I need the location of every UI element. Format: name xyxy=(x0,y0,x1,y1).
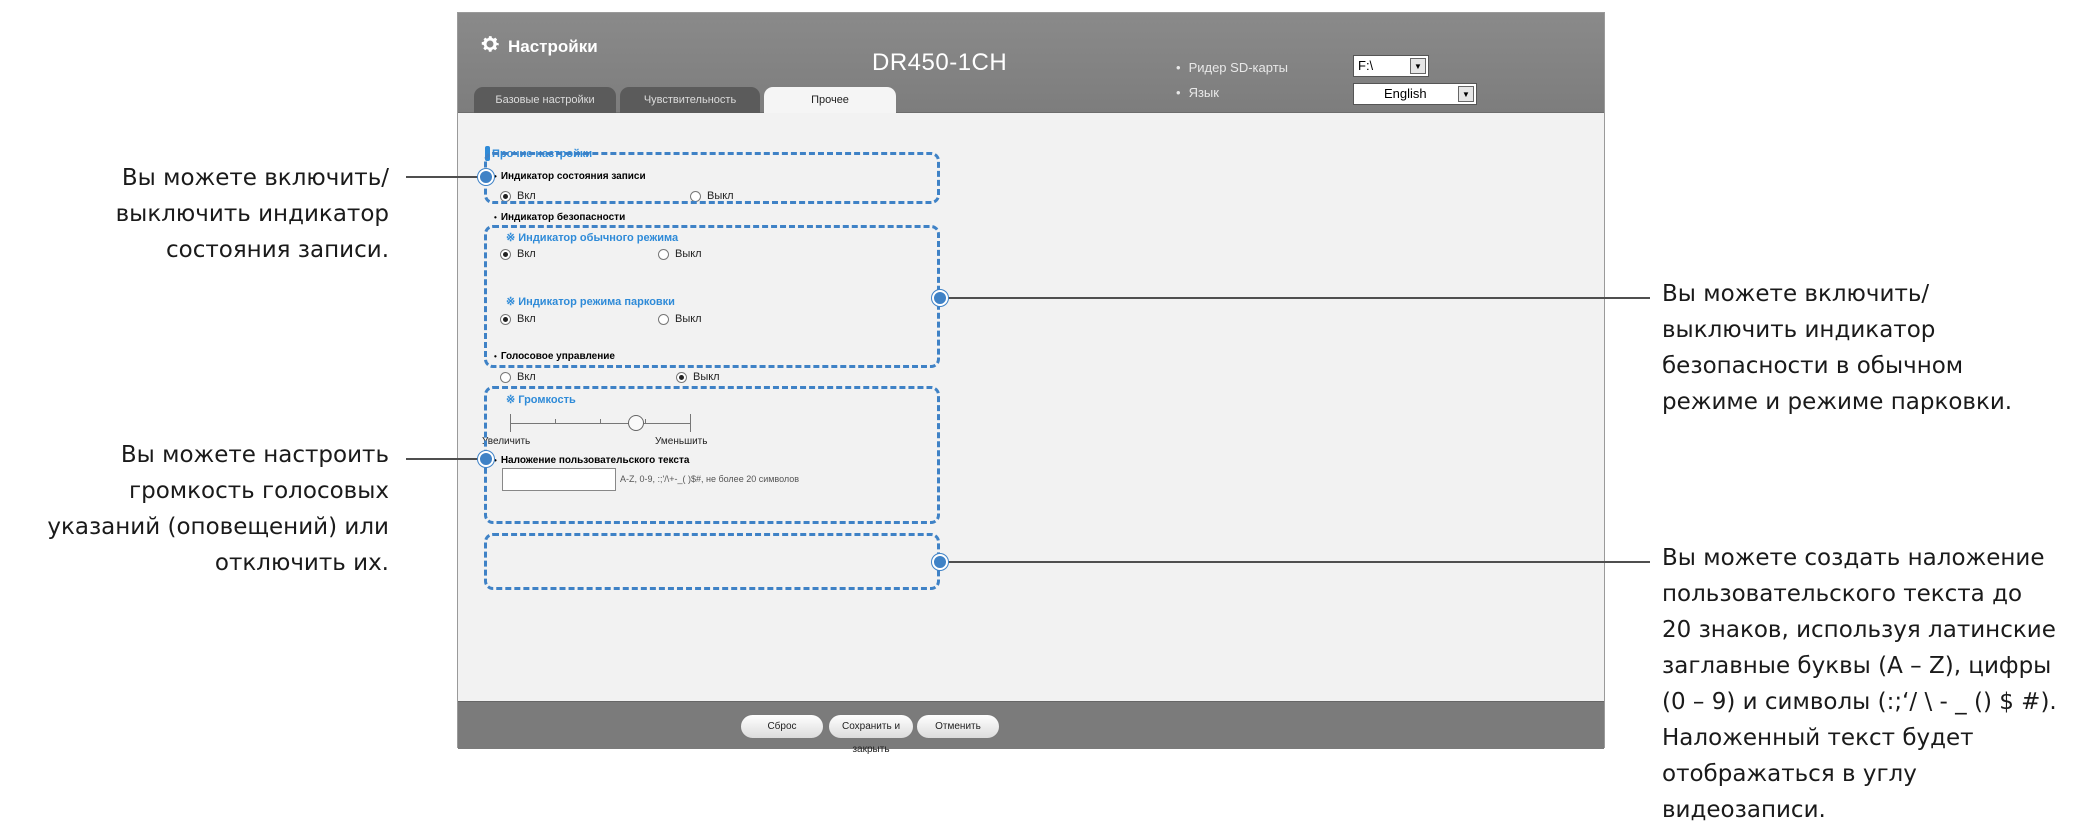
callout-security-indicator: Вы можете включить/ выключить индикатор … xyxy=(1662,281,2013,415)
highlight-security-indicator xyxy=(484,225,940,368)
settings-window: Настройки DR450-1CH Ридер SD-карты F:\ ▼… xyxy=(457,12,1605,755)
language-label: Язык xyxy=(1176,85,1219,100)
callout-user-text: Вы можете создать наложение пользователь… xyxy=(1662,545,2057,823)
language-select[interactable]: English ▼ xyxy=(1353,83,1477,105)
sd-reader-label: Ридер SD-карты xyxy=(1176,60,1288,75)
tab-sensitivity[interactable]: Чувствительность xyxy=(620,87,760,113)
tab-other[interactable]: Прочее xyxy=(764,87,896,114)
callout-record-indicator: Вы можете включить/ выключить индикатор … xyxy=(115,165,389,263)
save-and-close-button[interactable]: Сохранить и закрыть xyxy=(828,714,914,755)
highlight-voice-control xyxy=(484,386,940,524)
connector-dot-record xyxy=(478,169,494,185)
callout-voice-volume: Вы можете настроить громкость голосовых … xyxy=(47,442,389,576)
connector-dot-voice xyxy=(478,451,494,467)
reset-button[interactable]: Сброс xyxy=(740,714,824,739)
voice-control-on-radio[interactable]: Вкл xyxy=(500,371,536,383)
highlight-user-text xyxy=(484,533,940,590)
gear-icon xyxy=(481,36,499,52)
connector-dot-user-text xyxy=(932,554,948,570)
chevron-down-icon: ▼ xyxy=(1410,58,1426,74)
connector-dot-security xyxy=(932,290,948,306)
connector-line-record xyxy=(406,176,486,178)
connector-line-user-text xyxy=(940,561,1650,563)
app-title: Настройки xyxy=(508,37,598,56)
cancel-button[interactable]: Отменить xyxy=(916,714,1000,739)
footer-bar: Сброс Сохранить и закрыть Отменить xyxy=(458,701,1604,755)
device-title: DR450-1CH xyxy=(872,49,1008,76)
connector-line-voice xyxy=(406,458,486,460)
chevron-down-icon: ▼ xyxy=(1458,86,1474,102)
security-indicator-label: Индикатор безопасности xyxy=(494,212,625,223)
header-bar: Настройки DR450-1CH Ридер SD-карты F:\ ▼… xyxy=(458,13,1604,114)
highlight-record-indicator xyxy=(484,152,940,204)
sd-reader-select[interactable]: F:\ ▼ xyxy=(1353,55,1429,77)
voice-control-off-radio[interactable]: Выкл xyxy=(676,371,720,383)
connector-line-security xyxy=(940,297,1650,299)
tab-basic-settings[interactable]: Базовые настройки xyxy=(474,87,616,113)
